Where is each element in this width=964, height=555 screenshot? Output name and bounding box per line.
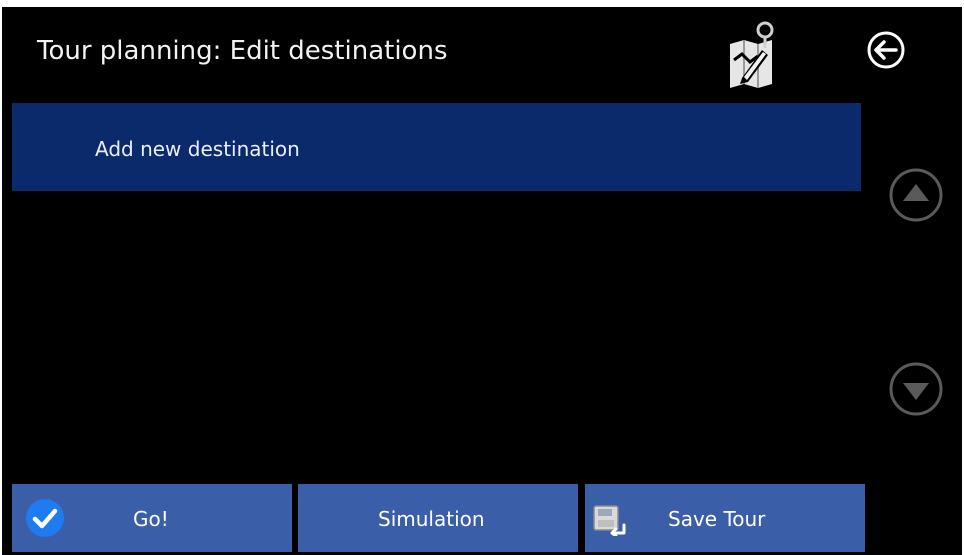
save-tour-icon	[593, 505, 626, 536]
add-new-destination-item[interactable]: Add new destination	[12, 103, 861, 191]
simulation-button-label: Simulation	[378, 507, 485, 531]
page-title: Tour planning: Edit destinations	[37, 36, 448, 66]
go-button[interactable]: Go!	[12, 484, 292, 552]
go-button-label: Go!	[133, 507, 169, 531]
scroll-down-button[interactable]	[888, 361, 944, 417]
simulation-button[interactable]: Simulation	[298, 484, 578, 552]
tour-planning-panel	[2, 7, 962, 555]
save-tour-button-label: Save Tour	[668, 507, 766, 531]
screen: Tour planning: Edit destinations Add new…	[0, 0, 964, 555]
checkmark-circle-icon	[26, 499, 64, 537]
scroll-up-button[interactable]	[888, 167, 944, 223]
map-edit-icon[interactable]	[728, 20, 774, 88]
back-button[interactable]	[866, 30, 906, 70]
add-new-destination-label: Add new destination	[95, 137, 300, 161]
save-tour-button[interactable]: Save Tour	[585, 484, 865, 552]
